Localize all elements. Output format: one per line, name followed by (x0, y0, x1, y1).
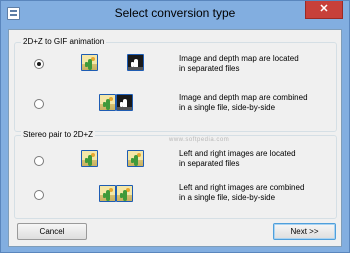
radio-2dz-combined[interactable] (34, 99, 44, 109)
group-title: Stereo pair to 2D+Z (21, 130, 96, 140)
option-stereo-combined[interactable]: Left and right images are combined in a … (15, 178, 336, 208)
dialog-body: 2D+Z to GIF animation Image and depth ma… (8, 29, 342, 247)
option-desc-line2: in separated files (179, 159, 240, 168)
right-image-icon (127, 150, 144, 167)
option-desc-line1: Image and depth map are located (179, 54, 299, 63)
photo-image-icon (99, 94, 116, 111)
close-button[interactable]: ✕ (305, 1, 343, 19)
depth-map-icon (116, 94, 133, 111)
option-desc-line1: Left and right images are combined (179, 183, 305, 192)
cancel-button[interactable]: Cancel (17, 223, 87, 240)
left-image-icon (99, 185, 116, 202)
group-title: 2D+Z to GIF animation (21, 37, 107, 47)
group-2dz-to-gif: 2D+Z to GIF animation Image and depth ma… (14, 37, 337, 132)
radio-2dz-separated[interactable] (34, 59, 44, 69)
group-stereo-to-2dz: Stereo pair to 2D+Z Left and right image… (14, 130, 337, 219)
radio-stereo-combined[interactable] (34, 190, 44, 200)
option-desc-line2: in separated files (179, 64, 240, 73)
right-image-icon (116, 185, 133, 202)
option-desc-line1: Image and depth map are combined (179, 93, 308, 102)
conversion-dialog: Select conversion type ✕ 2D+Z to GIF ani… (0, 0, 350, 253)
option-desc-line1: Left and right images are located (179, 149, 296, 158)
left-image-icon (81, 150, 98, 167)
option-desc-line2: in a single file, side-by-side (179, 103, 276, 112)
option-2dz-separated[interactable]: Image and depth map are located in separ… (15, 49, 336, 79)
window-title: Select conversion type (114, 6, 236, 20)
option-2dz-combined[interactable]: Image and depth map are combined in a si… (15, 89, 336, 119)
next-button[interactable]: Next >> (273, 223, 336, 240)
option-desc-line2: in a single file, side-by-side (179, 193, 276, 202)
photo-image-icon (81, 54, 98, 71)
title-bar[interactable]: Select conversion type ✕ (1, 1, 349, 28)
option-stereo-separated[interactable]: Left and right images are located in sep… (15, 142, 336, 172)
depth-map-icon (127, 54, 144, 71)
radio-stereo-separated[interactable] (34, 156, 44, 166)
